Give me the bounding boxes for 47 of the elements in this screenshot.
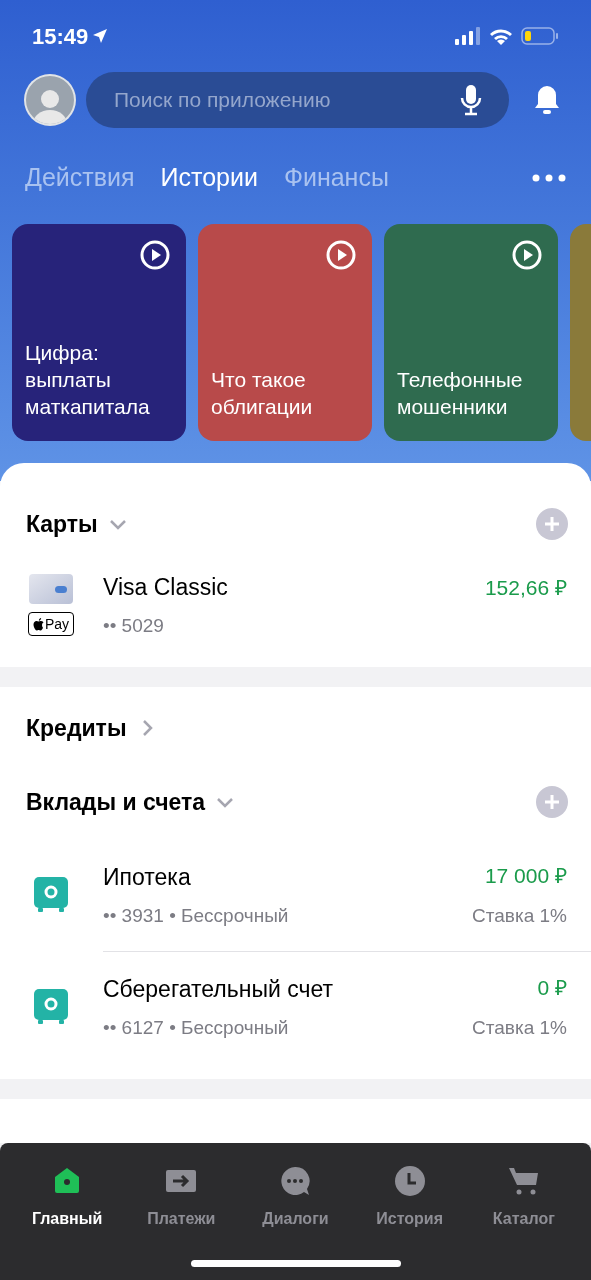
story-title: Цифра: выплаты маткапитала xyxy=(25,340,151,420)
account-details: •• 6127 • Бессрочный xyxy=(103,1016,290,1040)
story-title: Что такое облигации xyxy=(211,367,314,420)
group-title[interactable]: Вклады и счета xyxy=(26,785,206,820)
status-time: 15:49 xyxy=(32,22,89,51)
story-card[interactable]: Телефонные мошенники xyxy=(384,224,558,441)
interest-rate: Ставка 1% xyxy=(472,903,567,928)
play-icon[interactable] xyxy=(140,240,170,270)
safe-icon xyxy=(33,988,69,1026)
battery-icon xyxy=(521,27,559,45)
bank-card-icon xyxy=(29,574,73,604)
account-balance: 0 ₽ xyxy=(537,975,567,1001)
story-card[interactable]: Что такое облигации xyxy=(198,224,372,441)
safe-icon xyxy=(33,876,69,914)
section-tab[interactable]: Истории xyxy=(160,159,258,197)
account-name: Сберегательный счет xyxy=(103,974,335,1004)
tab-bar-item[interactable]: История xyxy=(359,1165,460,1231)
group-title[interactable]: Кредиты xyxy=(26,710,127,745)
notification-bell-icon[interactable] xyxy=(533,84,561,116)
apple-pay-badge: Pay xyxy=(27,612,75,636)
shopping-cart-icon xyxy=(507,1165,540,1197)
account-details: •• 3931 • Бессрочный xyxy=(103,904,290,928)
search-input[interactable]: Поиск по приложению xyxy=(114,84,459,116)
account-balance: 152,66 ₽ xyxy=(484,574,567,601)
tab-bar-item[interactable]: Главный xyxy=(17,1165,118,1231)
group-title[interactable]: Карты xyxy=(26,507,98,542)
interest-rate: Ставка 1% xyxy=(472,1015,567,1040)
microphone-icon[interactable] xyxy=(459,84,483,116)
location-arrow-icon xyxy=(92,28,109,44)
chat-bubble-icon xyxy=(279,1165,312,1197)
account-name: Visa Classic xyxy=(103,572,229,602)
apple-logo-icon xyxy=(32,617,44,631)
clock-icon xyxy=(393,1165,426,1197)
tab-bar-item[interactable]: Каталог xyxy=(473,1165,574,1231)
signal-icon xyxy=(455,27,481,45)
avatar[interactable] xyxy=(24,74,76,126)
search-field[interactable]: Поиск по приложению xyxy=(86,72,509,128)
play-icon[interactable] xyxy=(512,240,542,270)
tab-bar-item[interactable]: Платежи xyxy=(131,1165,232,1231)
tab-bar-item[interactable]: Диалоги xyxy=(245,1165,346,1231)
more-icon[interactable] xyxy=(532,174,566,182)
story-card[interactable]: Цифра: выплаты маткапитала xyxy=(12,224,186,441)
account-name: Ипотека xyxy=(103,862,192,892)
story-title: Телефонные мошенники xyxy=(397,367,524,420)
account-details: •• 5029 xyxy=(103,614,165,638)
wifi-icon xyxy=(489,27,513,45)
account-balance: 17 000 ₽ xyxy=(484,863,567,889)
